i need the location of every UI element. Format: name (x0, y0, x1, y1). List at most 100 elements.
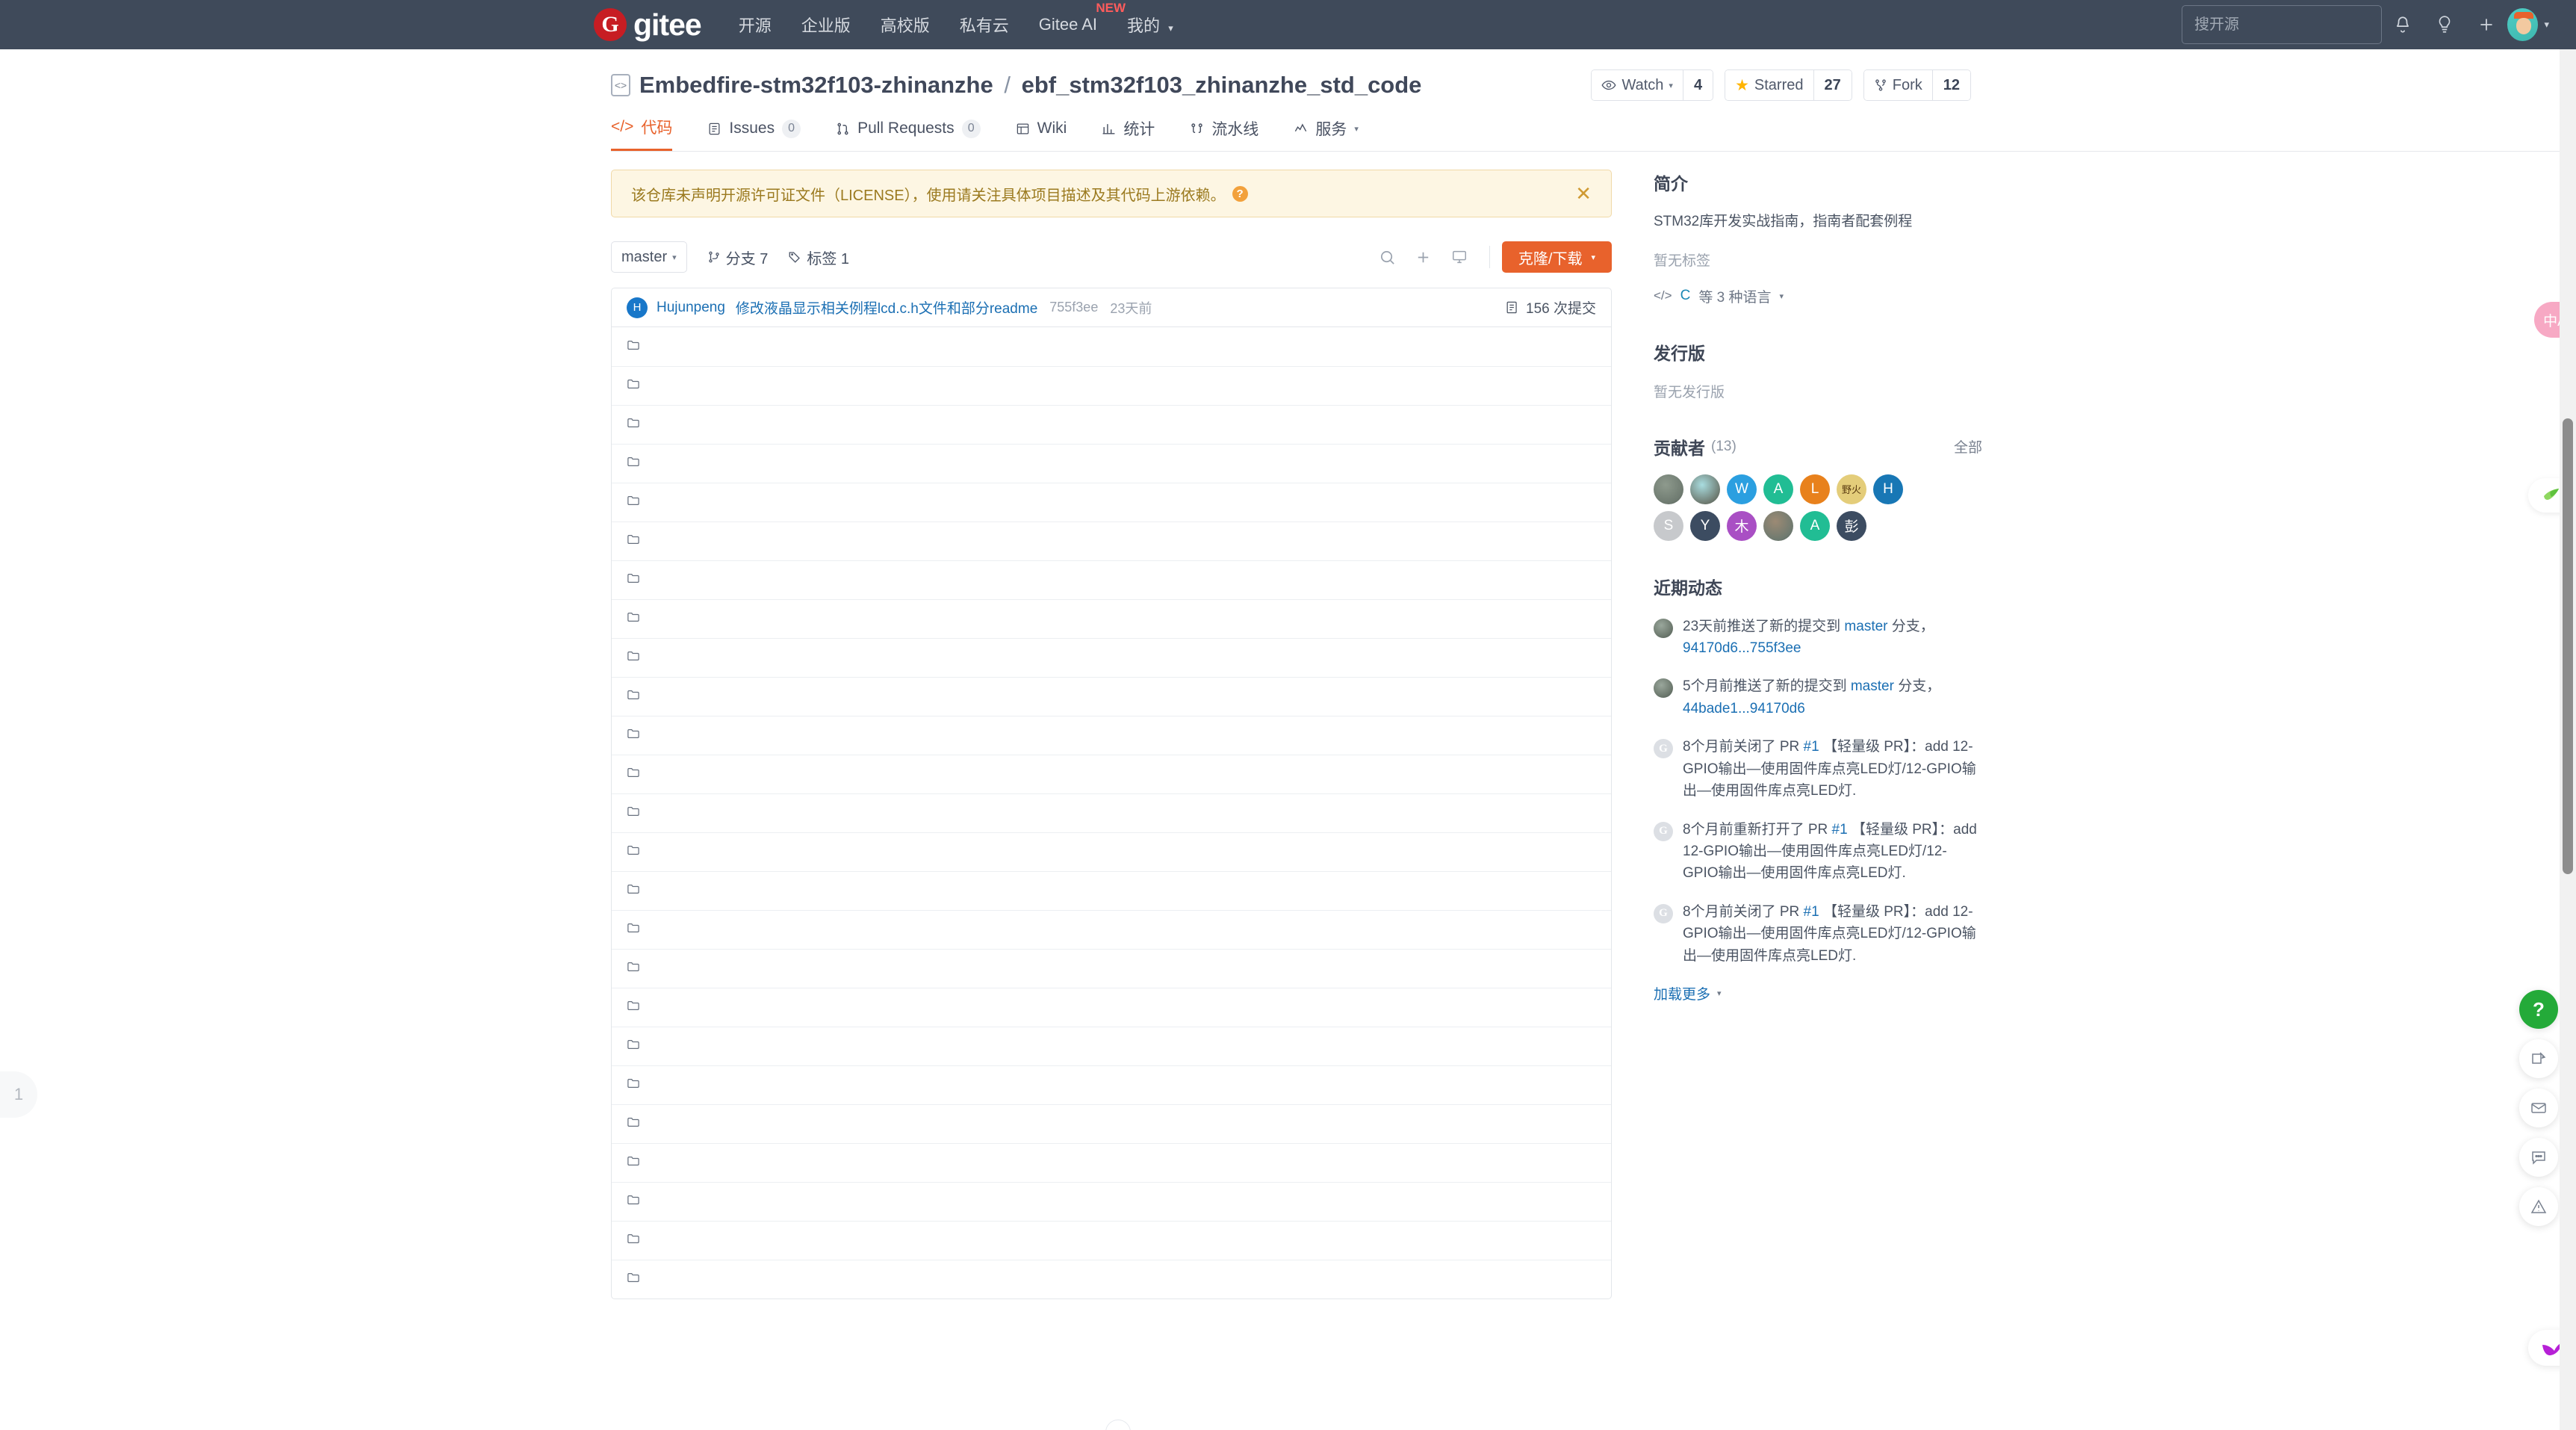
avatar[interactable] (1690, 474, 1720, 504)
table-row[interactable] (612, 1104, 1611, 1143)
avatar[interactable]: L (1800, 474, 1830, 504)
avatar[interactable]: 彭 (1837, 511, 1866, 541)
activity-link-primary[interactable]: master (1851, 678, 1894, 694)
table-row[interactable] (612, 1027, 1611, 1065)
table-row[interactable] (612, 405, 1611, 444)
activity-avatar[interactable] (1654, 678, 1673, 698)
activity-link-primary[interactable]: master (1844, 619, 1887, 634)
watch-button-group[interactable]: Watch ▾ 4 (1591, 69, 1713, 101)
language-selector[interactable]: </> C 等 3 种语言 ▾ (1654, 286, 1982, 306)
avatar[interactable] (1763, 511, 1793, 541)
table-row[interactable] (612, 716, 1611, 755)
activity-link-secondary[interactable]: 44bade1...94170d6 (1683, 701, 1805, 716)
avatar[interactable]: Y (1690, 511, 1720, 541)
mail-button[interactable] (2519, 1089, 2558, 1127)
load-more-button[interactable]: 加载更多 ▾ (1654, 983, 1982, 1003)
search-input[interactable] (2182, 5, 2382, 44)
avatar[interactable]: A (1763, 474, 1793, 504)
nav-link-gitee-ai[interactable]: Gitee AI NEW (1039, 15, 1097, 34)
avatar[interactable]: ▾ (2507, 4, 2549, 46)
activity-avatar[interactable]: G (1654, 739, 1673, 758)
tab-statistics[interactable]: 统计 (1102, 116, 1155, 152)
monitor-icon[interactable] (1441, 241, 1477, 273)
table-row[interactable] (612, 1182, 1611, 1221)
table-row[interactable] (612, 871, 1611, 910)
help-button[interactable]: ? (2519, 990, 2558, 1029)
avatar[interactable]: W (1727, 474, 1757, 504)
avatar[interactable] (1654, 474, 1683, 504)
lightbulb-icon[interactable] (2424, 4, 2465, 46)
repo-name[interactable]: ebf_stm32f103_zhinanzhe_std_code (1022, 72, 1422, 98)
activity-link-primary[interactable]: #1 (1804, 739, 1819, 755)
table-row[interactable] (612, 521, 1611, 560)
tab-issues[interactable]: Issues 0 (707, 116, 801, 152)
table-row[interactable] (612, 1260, 1611, 1299)
activity-link-primary[interactable]: #1 (1804, 904, 1819, 920)
star-button[interactable]: ★ Starred (1725, 70, 1813, 100)
table-row[interactable] (612, 988, 1611, 1027)
table-row[interactable] (612, 560, 1611, 599)
repo-owner[interactable]: Embedfire-stm32f103-zhinanzhe (639, 72, 993, 98)
avatar[interactable]: H (1873, 474, 1903, 504)
tab-wiki[interactable]: Wiki (1016, 116, 1067, 152)
scrollbar-thumb[interactable] (2563, 418, 2573, 874)
plus-icon[interactable] (1406, 241, 1441, 273)
close-icon[interactable]: ✕ (1575, 184, 1592, 203)
table-row[interactable] (612, 677, 1611, 716)
tags-link[interactable]: 标签 1 (788, 247, 849, 268)
tab-services[interactable]: 服务 ▾ (1294, 116, 1359, 152)
page-scrollbar[interactable] (2560, 0, 2576, 1430)
table-row[interactable] (612, 366, 1611, 405)
activity-avatar[interactable]: G (1654, 904, 1673, 923)
table-row[interactable] (612, 1065, 1611, 1104)
nav-link-education[interactable]: 高校版 (881, 13, 930, 37)
watch-button[interactable]: Watch ▾ (1592, 70, 1682, 100)
activity-link-secondary[interactable]: 94170d6...755f3ee (1683, 640, 1801, 656)
commit-message[interactable]: 修改液晶显示相关例程lcd.c.h文件和部分readme (736, 297, 1037, 318)
table-row[interactable] (612, 1221, 1611, 1260)
tab-code[interactable]: </> 代码 (611, 116, 672, 152)
commit-author-avatar[interactable]: H (627, 297, 648, 318)
nav-link-privatecloud[interactable]: 私有云 (960, 13, 1009, 37)
avatar[interactable]: A (1800, 511, 1830, 541)
table-row[interactable] (612, 832, 1611, 871)
commit-count-link[interactable]: 156 次提交 (1505, 297, 1596, 318)
tab-pipeline[interactable]: 流水线 (1190, 116, 1258, 152)
activity-avatar[interactable] (1654, 619, 1673, 638)
contributors-view-all-link[interactable]: 全部 (1954, 436, 1982, 456)
avatar[interactable]: 木 (1727, 511, 1757, 541)
help-icon[interactable]: ? (1232, 186, 1248, 202)
avatar[interactable]: S (1654, 511, 1683, 541)
chat-button[interactable] (2519, 1138, 2558, 1177)
feedback-button[interactable] (2519, 1039, 2558, 1078)
table-row[interactable] (612, 910, 1611, 949)
table-row[interactable] (612, 793, 1611, 832)
table-row[interactable] (612, 755, 1611, 793)
table-row[interactable] (612, 327, 1611, 366)
nav-link-enterprise[interactable]: 企业版 (801, 13, 851, 37)
bell-icon[interactable] (2382, 4, 2424, 46)
activity-avatar[interactable]: G (1654, 822, 1673, 841)
table-row[interactable] (612, 483, 1611, 521)
commit-sha[interactable]: 755f3ee (1049, 300, 1098, 315)
nav-link-mine[interactable]: 我的 ▾ (1127, 13, 1173, 37)
commit-author-name[interactable]: Hujunpeng (657, 300, 725, 316)
scroll-to-top-anchor[interactable]: ▲ (1105, 1420, 1131, 1430)
search-icon[interactable] (1370, 241, 1406, 273)
activity-link-primary[interactable]: #1 (1832, 822, 1848, 838)
plus-icon[interactable] (2465, 4, 2507, 46)
branches-link[interactable]: 分支 7 (707, 247, 769, 268)
fork-button-group[interactable]: Fork 12 (1863, 69, 1971, 101)
table-row[interactable] (612, 638, 1611, 677)
report-button[interactable] (2519, 1187, 2558, 1226)
branch-selector[interactable]: master ▾ (611, 241, 687, 273)
table-row[interactable] (612, 599, 1611, 638)
tab-pull-requests[interactable]: Pull Requests 0 (836, 116, 981, 152)
avatar[interactable]: 野火 (1837, 474, 1866, 504)
star-button-group[interactable]: ★ Starred 27 (1725, 69, 1852, 101)
gitee-logo[interactable]: G gitee (594, 7, 701, 43)
table-row[interactable] (612, 949, 1611, 988)
table-row[interactable] (612, 1143, 1611, 1182)
clone-download-button[interactable]: 克隆/下载 ▾ (1502, 241, 1612, 273)
table-row[interactable] (612, 444, 1611, 483)
